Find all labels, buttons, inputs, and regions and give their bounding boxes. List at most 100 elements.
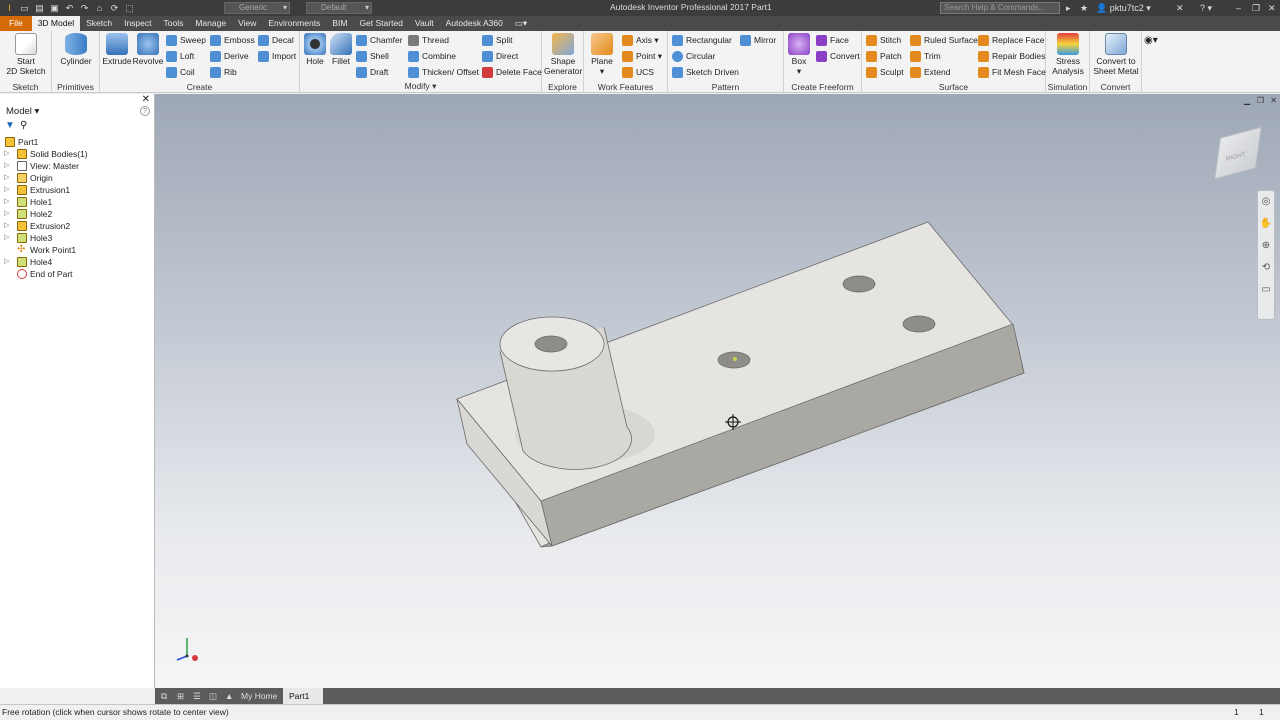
tree-item-hole4[interactable]: ▷ Hole4 [4, 256, 88, 268]
chamfer-button[interactable]: Chamfer [356, 33, 403, 47]
browser-help-icon[interactable]: ? [140, 106, 150, 116]
zoom-icon[interactable]: ⊕ [1258, 235, 1274, 257]
trim-button[interactable]: Trim [910, 49, 941, 63]
save-icon[interactable]: ▣ [49, 3, 60, 14]
update-icon[interactable]: ⟳ [109, 3, 120, 14]
tab-sketch[interactable]: Sketch [80, 16, 118, 31]
split-button[interactable]: Split [482, 33, 513, 47]
cylinder-button[interactable]: Cylinder [56, 33, 96, 66]
tab-file[interactable]: File [0, 16, 32, 31]
graphics-window[interactable]: ▁ ❐ ✕ RIGHT ◎ ✋ ⊕ ⟲ ▭ [155, 94, 1280, 688]
view-face-icon[interactable]: ▭ [1258, 279, 1274, 301]
fillet-button[interactable]: Fillet [328, 33, 354, 66]
tree-item-work-point1[interactable]: ✣ Work Point1 [4, 244, 88, 256]
tree-item-extrusion1[interactable]: ▷ Extrusion1 [4, 184, 88, 196]
minimize-icon[interactable]: – [1236, 1, 1241, 15]
box-button[interactable]: Box ▾ [786, 33, 812, 76]
tab-view[interactable]: View [232, 16, 262, 31]
tab-part1[interactable]: Part1 ✕ [283, 688, 323, 717]
loft-button[interactable]: Loft [166, 49, 194, 63]
tree-item-hole1[interactable]: ▷ Hole1 [4, 196, 88, 208]
extend-button[interactable]: Extend [910, 65, 950, 79]
expand-icon[interactable]: ▷ [4, 172, 12, 184]
search-input[interactable]: Search Help & Commands... [940, 2, 1060, 14]
maximize-icon[interactable]: ❐ [1252, 1, 1260, 15]
redo-icon[interactable]: ↷ [79, 3, 90, 14]
revolve-button[interactable]: Revolve [132, 33, 164, 66]
help-icon[interactable]: ? ▾ [1200, 1, 1212, 15]
ribbon-options-icon[interactable]: ▭▾ [509, 16, 533, 31]
browser-close-icon[interactable]: ✕ [142, 94, 150, 105]
find-icon[interactable]: ⚲ [20, 120, 27, 131]
tree-item-hole3[interactable]: ▷ Hole3 [4, 232, 88, 244]
fit-mesh-face-button[interactable]: Fit Mesh Face [978, 65, 1046, 79]
mirror-button[interactable]: Mirror [740, 33, 776, 47]
steering-wheel-icon[interactable]: ◎ [1258, 191, 1274, 213]
tab-inspect[interactable]: Inspect [118, 16, 157, 31]
material-dropdown[interactable]: Generic [224, 2, 290, 14]
exchange-icon[interactable]: ✕ [1176, 1, 1184, 15]
expand-icon[interactable]: ▷ [4, 184, 12, 196]
browser-title[interactable]: Model ▾ [6, 106, 39, 117]
circular-pattern-button[interactable]: Circular [672, 49, 715, 63]
tree-item-part1[interactable]: Part1 [4, 136, 88, 148]
tree-item-hole2[interactable]: ▷ Hole2 [4, 208, 88, 220]
coil-button[interactable]: Coil [166, 65, 195, 79]
stitch-button[interactable]: Stitch [866, 33, 901, 47]
extrude-button[interactable]: Extrude [102, 33, 132, 66]
tree-item-origin[interactable]: ▷ Origin [4, 172, 88, 184]
tab-manage[interactable]: Manage [189, 16, 232, 31]
app-menu-icon[interactable]: I [4, 3, 15, 14]
delete-face-button[interactable]: Delete Face [482, 65, 542, 79]
sweep-button[interactable]: Sweep [166, 33, 206, 47]
start-sketch-button[interactable]: Start 2D Sketch [4, 33, 48, 76]
tab-bim[interactable]: BIM [326, 16, 353, 31]
convert-sheet-metal-button[interactable]: Convert to Sheet Metal [1092, 33, 1140, 76]
tab-tools[interactable]: Tools [158, 16, 190, 31]
tree-item-end-of-part[interactable]: End of Part [4, 268, 88, 280]
open-icon[interactable]: ▤ [34, 3, 45, 14]
combine-button[interactable]: Combine [408, 49, 456, 63]
ucs-button[interactable]: UCS [622, 65, 654, 79]
thicken-offset-button[interactable]: Thicken/ Offset [408, 65, 479, 79]
rib-button[interactable]: Rib [210, 65, 237, 79]
tab-my-home[interactable]: My Home [235, 688, 283, 704]
patch-button[interactable]: Patch [866, 49, 902, 63]
panel-label-modify[interactable]: Modify ▾ [300, 81, 541, 92]
sculpt-button[interactable]: Sculpt [866, 65, 904, 79]
expand-icon[interactable]: ▷ [4, 148, 12, 160]
orbit-icon[interactable]: ⟲ [1258, 257, 1274, 279]
tab-get-started[interactable]: Get Started [353, 16, 408, 31]
hole-button[interactable]: Hole [302, 33, 328, 66]
repair-bodies-button[interactable]: Repair Bodies [978, 49, 1045, 63]
face-button[interactable]: Face [816, 33, 849, 47]
shell-button[interactable]: Shell [356, 49, 389, 63]
home-icon[interactable]: ⌂ [94, 3, 105, 14]
expand-icon[interactable]: ▷ [4, 232, 12, 244]
draft-button[interactable]: Draft [356, 65, 388, 79]
decal-button[interactable]: Decal [258, 33, 294, 47]
close-icon[interactable]: ✕ [1268, 1, 1276, 15]
ribbon-extra-dropdown-icon[interactable]: ◉▾ [1144, 35, 1158, 46]
rectangular-pattern-button[interactable]: Rectangular [672, 33, 732, 47]
favorites-icon[interactable]: ★ [1080, 1, 1088, 15]
tab-a360[interactable]: Autodesk A360 [440, 16, 509, 31]
convert-button[interactable]: Convert [816, 49, 860, 63]
appearance-dropdown[interactable]: Default [306, 2, 372, 14]
tree-item-extrusion2[interactable]: ▷ Extrusion2 [4, 220, 88, 232]
expand-icon[interactable]: ▷ [4, 196, 12, 208]
import-button[interactable]: Import [258, 49, 296, 63]
axis-button[interactable]: Axis ▾ [622, 33, 659, 47]
stress-analysis-button[interactable]: Stress Analysis [1048, 33, 1088, 76]
tab-vault[interactable]: Vault [409, 16, 440, 31]
pan-icon[interactable]: ✋ [1258, 213, 1274, 235]
tree-item-view-master[interactable]: ▷ View: Master [4, 160, 88, 172]
derive-button[interactable]: Derive [210, 49, 249, 63]
search-arrow-icon[interactable]: ▸ [1066, 1, 1071, 15]
plane-button[interactable]: Plane ▾ [586, 33, 618, 76]
part-model[interactable] [155, 94, 1280, 688]
expand-icon[interactable]: ▷ [4, 208, 12, 220]
tab-environments[interactable]: Environments [262, 16, 326, 31]
shape-generator-button[interactable]: Shape Generator [544, 33, 582, 76]
undo-icon[interactable]: ↶ [64, 3, 75, 14]
